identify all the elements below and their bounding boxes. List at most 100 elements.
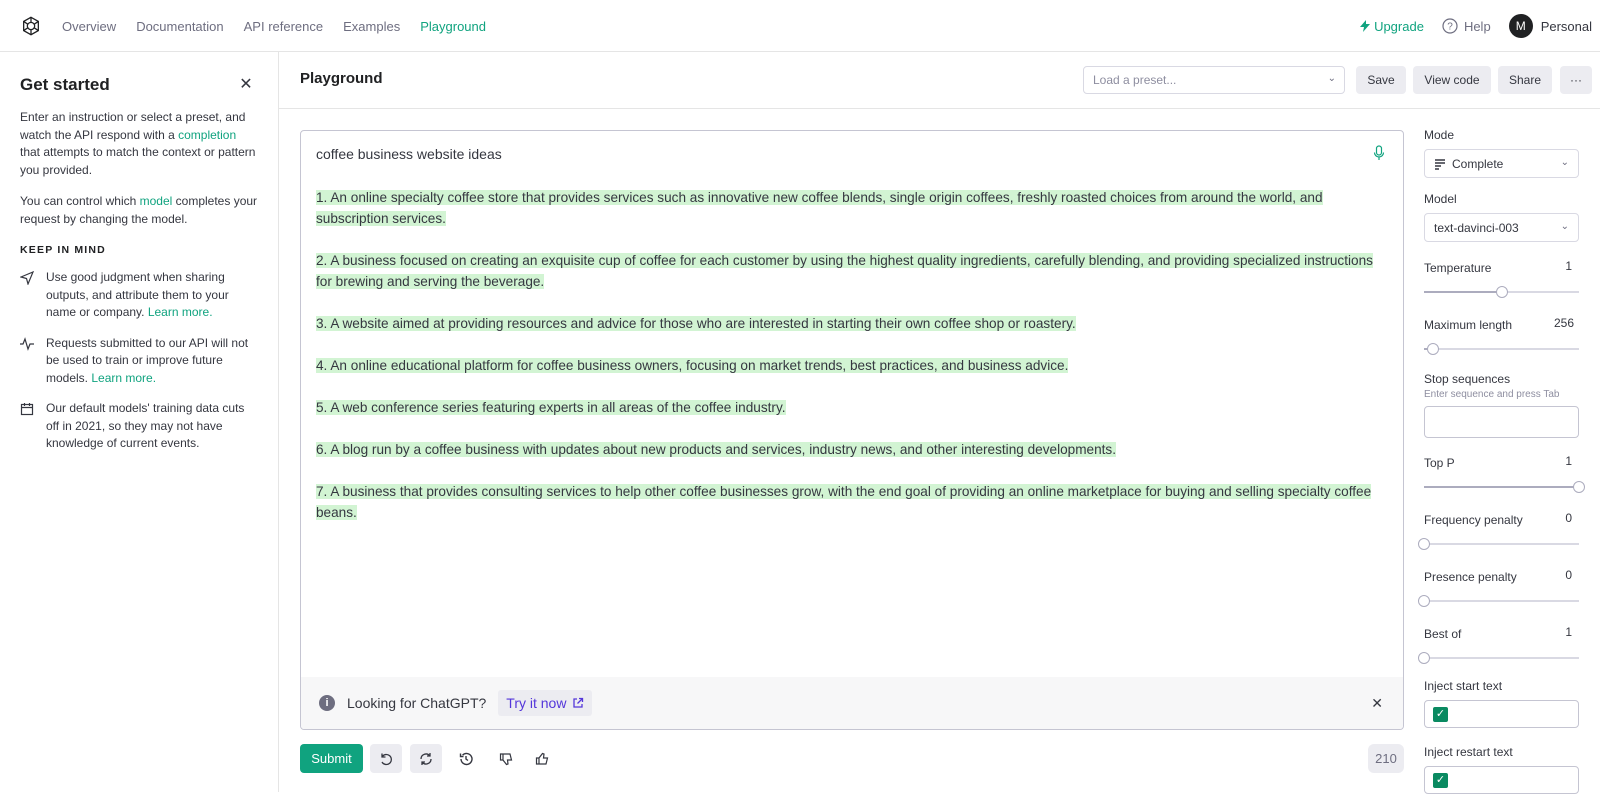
model-label: Model: [1424, 192, 1457, 206]
try-it-now-link[interactable]: Try it now: [498, 690, 593, 716]
temperature-control: Temperature 1: [1424, 259, 1580, 299]
stop-sequences-input[interactable]: [1424, 406, 1579, 438]
max-length-label: Maximum length: [1424, 318, 1513, 332]
frequency-penalty-value[interactable]: 0: [1565, 511, 1572, 525]
frequency-penalty-label: Frequency penalty: [1424, 513, 1523, 527]
completion-output[interactable]: 1. An online specialty coffee store that…: [316, 187, 1376, 544]
share-button[interactable]: Share: [1498, 66, 1552, 94]
slider-handle[interactable]: [1418, 595, 1430, 607]
thumbs-down-icon: [499, 752, 513, 765]
temperature-label: Temperature: [1424, 261, 1492, 275]
account-label: Personal: [1540, 18, 1592, 34]
help-link[interactable]: ? Help: [1442, 18, 1491, 34]
tip-text: Our default models' training data cuts o…: [46, 401, 245, 450]
tip-item: Use good judgment when sharing outputs, …: [19, 269, 258, 322]
top-p-slider[interactable]: [1424, 480, 1585, 494]
max-length-slider[interactable]: [1424, 342, 1580, 356]
nav-overview[interactable]: Overview: [62, 19, 116, 34]
model-select[interactable]: text-davinci-003 ⌄: [1424, 213, 1579, 242]
playground-header: Playground Load a preset... ⌄ Save View …: [279, 52, 1600, 109]
presence-penalty-slider[interactable]: [1418, 594, 1580, 608]
inject-start-input[interactable]: ✓: [1424, 700, 1579, 728]
mode-select[interactable]: Complete ⌄: [1424, 149, 1579, 178]
model-text-part: You can control which: [20, 194, 140, 208]
openai-logo-icon[interactable]: [20, 15, 42, 37]
slider-handle[interactable]: [1573, 481, 1585, 493]
tip-item: Our default models' training data cuts o…: [20, 400, 258, 453]
close-banner-icon[interactable]: ✕: [1371, 695, 1383, 712]
refresh-icon: [420, 752, 432, 765]
nav-playground[interactable]: Playground: [420, 19, 486, 34]
more-options-button[interactable]: ···: [1560, 66, 1592, 94]
upgrade-label: Upgrade: [1374, 18, 1424, 34]
microphone-icon[interactable]: [1373, 145, 1385, 161]
max-length-control: Maximum length 256: [1424, 316, 1580, 356]
chevron-down-icon: ⌄: [1560, 157, 1569, 168]
submit-button[interactable]: Submit: [300, 744, 363, 773]
intro-text: Enter an instruction or select a preset,…: [20, 109, 258, 179]
completion-text: 3. A website aimed at providing resource…: [316, 316, 1076, 331]
view-code-button[interactable]: View code: [1413, 66, 1491, 94]
completion-link[interactable]: completion: [178, 128, 236, 142]
send-icon: [19, 269, 36, 322]
inject-restart-input[interactable]: ✓: [1424, 766, 1579, 794]
presence-penalty-control: Presence penalty 0: [1418, 568, 1580, 608]
nav-examples[interactable]: Examples: [343, 19, 400, 34]
thumbs-up-button[interactable]: [526, 744, 558, 773]
learn-more-link[interactable]: Learn more.: [91, 371, 156, 385]
help-circle-icon: ?: [1442, 18, 1458, 34]
get-started-panel: Get started ✕ Enter an instruction or se…: [0, 52, 279, 792]
frequency-penalty-slider[interactable]: [1418, 537, 1580, 551]
mode-label: Mode: [1424, 128, 1455, 142]
prompt-text[interactable]: coffee business website ideas: [316, 146, 502, 162]
prompt-editor[interactable]: coffee business website ideas 1. An onli…: [300, 130, 1404, 730]
external-link-icon: [573, 697, 584, 708]
best-of-slider[interactable]: [1418, 651, 1580, 665]
close-icon[interactable]: ✕: [236, 74, 256, 94]
learn-more-link[interactable]: Learn more.: [148, 305, 213, 319]
model-text: You can control which model completes yo…: [20, 193, 258, 228]
history-button[interactable]: [450, 744, 482, 773]
panel-title: Get started: [20, 75, 110, 94]
upgrade-link[interactable]: Upgrade: [1360, 19, 1424, 34]
presence-penalty-value[interactable]: 0: [1565, 568, 1572, 582]
try-it-label: Try it now: [506, 695, 567, 711]
token-count: 210: [1368, 744, 1404, 773]
best-of-value[interactable]: 1: [1565, 625, 1572, 639]
temperature-value[interactable]: 1: [1565, 259, 1572, 273]
settings-panel: Mode Complete ⌄ Model text-davinci-003 ⌄…: [1418, 128, 1585, 794]
tip-text: Requests submitted to our API will not b…: [46, 335, 258, 388]
slider-handle[interactable]: [1427, 343, 1439, 355]
checkmark-icon[interactable]: ✓: [1433, 773, 1448, 788]
intro-text-part: that attempts to match the context or pa…: [20, 145, 256, 177]
inject-start-label: Inject start text: [1424, 679, 1503, 693]
chevron-down-icon: ⌄: [1327, 73, 1336, 84]
model-link[interactable]: model: [140, 194, 173, 208]
nav-documentation[interactable]: Documentation: [136, 19, 223, 34]
save-button[interactable]: Save: [1356, 66, 1406, 94]
slider-handle[interactable]: [1418, 652, 1430, 664]
completion-item: 3. A website aimed at providing resource…: [316, 313, 1376, 334]
presence-penalty-label: Presence penalty: [1424, 570, 1517, 584]
nav-api-reference[interactable]: API reference: [244, 19, 324, 34]
preset-select[interactable]: Load a preset... ⌄: [1083, 66, 1345, 94]
best-of-control: Best of 1: [1418, 625, 1580, 665]
checkmark-icon[interactable]: ✓: [1433, 707, 1448, 722]
inject-restart-label: Inject restart text: [1424, 745, 1513, 759]
completion-item: 2. A business focused on creating an exq…: [316, 250, 1376, 292]
thumbs-down-button[interactable]: [490, 744, 522, 773]
stop-sequences-label: Stop sequences: [1424, 372, 1511, 386]
completion-item: 4. An online educational platform for co…: [316, 355, 1376, 376]
account-menu[interactable]: M Personal: [1508, 14, 1592, 38]
slider-handle[interactable]: [1496, 286, 1508, 298]
info-icon: i: [319, 695, 335, 711]
model-value: text-davinci-003: [1434, 220, 1519, 235]
completion-item: 6. A blog run by a coffee business with …: [316, 439, 1376, 460]
slider-handle[interactable]: [1418, 538, 1430, 550]
temperature-slider[interactable]: [1424, 285, 1580, 299]
max-length-value[interactable]: 256: [1554, 316, 1574, 330]
undo-button[interactable]: [370, 744, 402, 773]
top-p-value[interactable]: 1: [1565, 454, 1572, 468]
regenerate-button[interactable]: [410, 744, 442, 773]
undo-icon: [381, 753, 392, 765]
